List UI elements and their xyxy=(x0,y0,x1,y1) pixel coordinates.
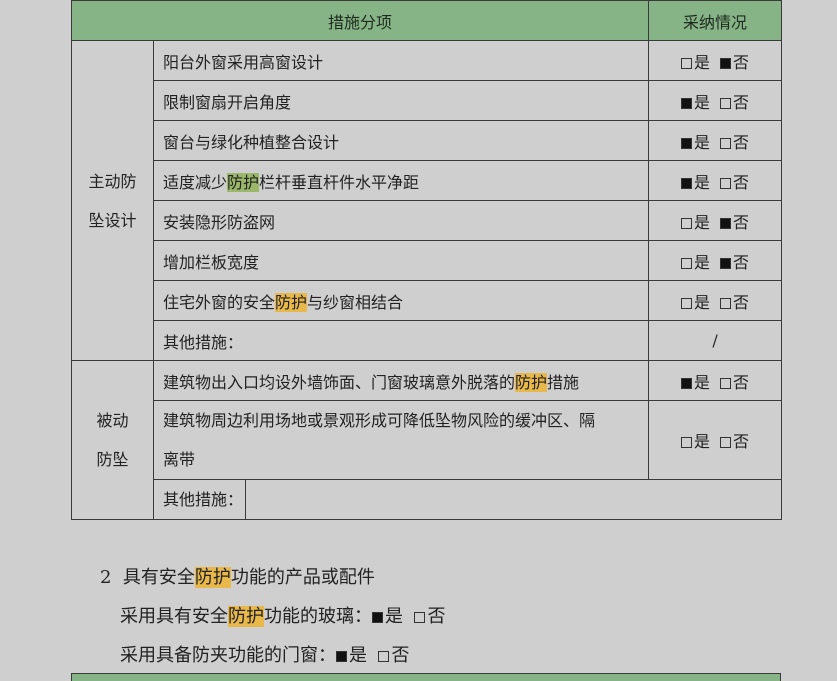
next-table-header xyxy=(71,673,781,681)
yes-checkbox[interactable] xyxy=(681,257,692,269)
measure-text: 适度减少防护栏杆垂直杆件水平净距 xyxy=(152,160,650,201)
no-checkbox[interactable] xyxy=(720,257,732,269)
active-group-label: 主动防 坠设计 xyxy=(71,40,154,361)
active-row: 住宅外窗的安全防护与纱窗相结合是否 xyxy=(72,280,783,321)
active-row: 主动防 坠设计 阳台外窗采用高窗设计是否 xyxy=(71,40,783,361)
adoption-option: 是否 xyxy=(648,80,783,121)
active-row: 增加栏板宽度是否 xyxy=(72,240,783,281)
passive-other-row: 其他措施： xyxy=(72,479,783,520)
yes-checkbox[interactable] xyxy=(336,651,347,662)
passive-measure-1: 建筑物出入口均设外墙饰面、门窗玻璃意外脱落的防护措施 xyxy=(152,360,650,401)
passive-option-2: 是否 xyxy=(648,400,783,480)
document-page: 措施分项 采纳情况 主动防 坠设计 阳台外窗采用高窗设计是否限制窗扇开启角度是否窗台… xyxy=(0,0,837,681)
active-other-value: / xyxy=(648,320,783,361)
header-status: 采纳情况 xyxy=(648,0,783,41)
adoption-option: 是否 xyxy=(648,40,783,81)
active-other-label: 其他措施： xyxy=(152,320,650,361)
passive-other-input[interactable] xyxy=(246,480,781,519)
yes-checkbox[interactable] xyxy=(681,177,692,189)
yes-checkbox[interactable] xyxy=(681,97,692,109)
yes-checkbox[interactable] xyxy=(681,377,692,389)
yes-checkbox[interactable] xyxy=(681,217,692,229)
yes-checkbox[interactable] xyxy=(681,57,692,69)
yes-checkbox[interactable] xyxy=(372,612,383,623)
header-measure: 措施分项 xyxy=(70,0,650,41)
door-window-line: 采用具备防夹功能的门窗：是 否 xyxy=(120,645,410,666)
passive-other-label: 其他措施： xyxy=(154,480,246,519)
measure-text: 住宅外窗的安全防护与纱窗相结合 xyxy=(152,280,650,321)
no-checkbox[interactable] xyxy=(720,57,732,69)
active-row: 限制窗扇开启角度是否 xyxy=(72,80,783,121)
no-checkbox[interactable] xyxy=(378,651,390,662)
passive-row-1: 被动 防坠 建筑物出入口均设外墙饰面、门窗玻璃意外脱落的防护措施 是否 xyxy=(71,360,783,520)
adoption-option: 是否 xyxy=(648,160,783,201)
active-row: 安装隐形防盗网是否 xyxy=(72,200,783,241)
active-other-row: 其他措施： / xyxy=(72,320,783,361)
section-2-title: 2 具有安全防护功能的产品或配件 xyxy=(100,567,375,588)
adoption-option: 是否 xyxy=(648,120,783,161)
measure-text: 安装隐形防盗网 xyxy=(152,200,650,241)
no-checkbox[interactable] xyxy=(720,137,732,149)
measure-text: 增加栏板宽度 xyxy=(152,240,650,281)
passive-group-label: 被动 防坠 xyxy=(71,360,154,520)
active-row: 适度减少防护栏杆垂直杆件水平净距是否 xyxy=(72,160,783,201)
table-header-row: 措施分项 采纳情况 xyxy=(70,0,783,41)
no-checkbox[interactable] xyxy=(720,97,732,109)
passive-option-1: 是否 xyxy=(648,360,783,401)
adoption-option: 是否 xyxy=(648,280,783,321)
passive-row-2: 建筑物周边利用场地或景观形成可降低坠物风险的缓冲区、隔 离带 是否 xyxy=(72,400,783,480)
yes-checkbox[interactable] xyxy=(681,437,692,448)
adoption-option: 是否 xyxy=(648,200,783,241)
no-checkbox[interactable] xyxy=(720,217,732,229)
measure-text: 阳台外窗采用高窗设计 xyxy=(152,40,650,81)
no-checkbox[interactable] xyxy=(720,437,732,448)
no-checkbox[interactable] xyxy=(414,612,426,623)
passive-measure-2: 建筑物周边利用场地或景观形成可降低坠物风险的缓冲区、隔 离带 xyxy=(152,400,650,480)
glass-line: 采用具有安全防护功能的玻璃：是 否 xyxy=(120,606,446,627)
no-checkbox[interactable] xyxy=(720,377,732,389)
no-checkbox[interactable] xyxy=(720,297,732,309)
adoption-option: 是否 xyxy=(648,240,783,281)
yes-checkbox[interactable] xyxy=(681,137,692,149)
measure-text: 窗台与绿化种植整合设计 xyxy=(152,120,650,161)
active-row: 窗台与绿化种植整合设计是否 xyxy=(72,120,783,161)
measure-text: 限制窗扇开启角度 xyxy=(152,80,650,121)
no-checkbox[interactable] xyxy=(720,177,732,189)
measures-table: 措施分项 采纳情况 主动防 坠设计 阳台外窗采用高窗设计是否限制窗扇开启角度是否窗台… xyxy=(70,0,783,520)
yes-checkbox[interactable] xyxy=(681,297,692,309)
